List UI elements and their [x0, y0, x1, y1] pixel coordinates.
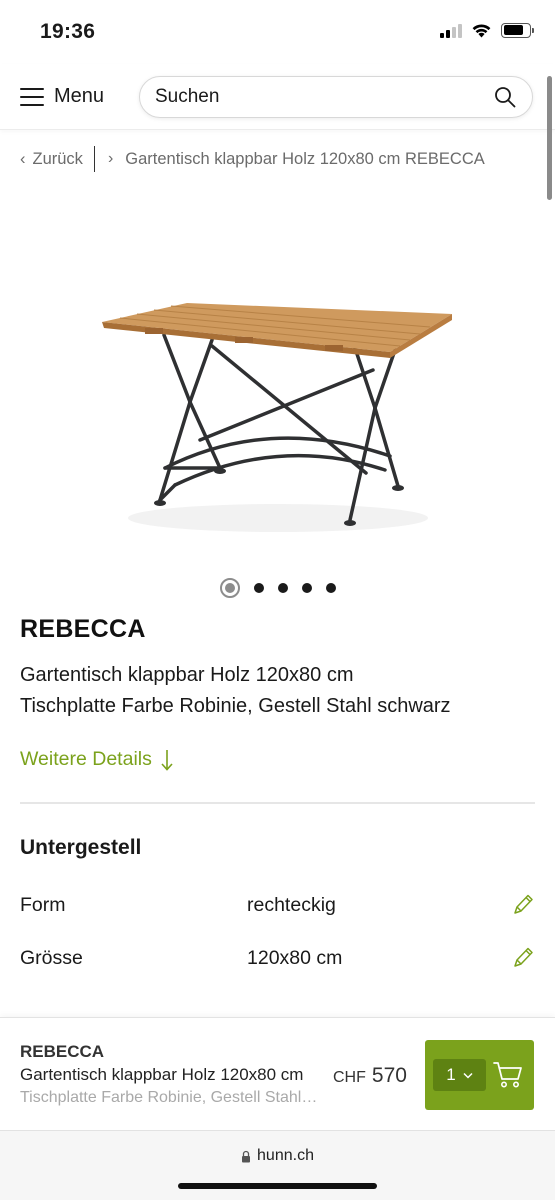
- price: CHF 570: [333, 1064, 407, 1088]
- product-description: Gartentisch klappbar Holz 120x80 cm Tisc…: [20, 660, 540, 722]
- cart-bar-subtitle: Tischplatte Farbe Robinie, Gestell Stahl…: [20, 1089, 320, 1106]
- status-time: 19:36: [40, 20, 96, 43]
- chevron-right-icon: ›: [107, 150, 114, 167]
- back-link[interactable]: ‹ Zurück: [20, 150, 83, 169]
- breadcrumb-current[interactable]: Gartentisch klappbar Holz 120x80 cm REBE…: [125, 150, 485, 169]
- spec-value: 120x80 cm: [247, 947, 343, 969]
- page-scrollbar[interactable]: [547, 76, 552, 200]
- cart-bar-title: Gartentisch klappbar Holz 120x80 cm: [20, 1065, 304, 1084]
- product-brand: REBECCA: [20, 615, 146, 643]
- carousel-dot-1[interactable]: [219, 578, 240, 598]
- spec-row-size: Grösse 120x80 cm: [20, 945, 535, 975]
- search-box[interactable]: [139, 76, 533, 118]
- quantity-value: 1: [446, 1065, 456, 1084]
- price-amount: 570: [371, 1064, 407, 1087]
- home-indicator[interactable]: [178, 1183, 377, 1189]
- search-input[interactable]: [155, 77, 485, 116]
- spec-section-title: Untergestell: [20, 836, 142, 859]
- url-text: hunn.ch: [257, 1147, 314, 1164]
- menu-button[interactable]: Menu: [20, 85, 104, 108]
- carousel-dot-4[interactable]: [301, 583, 312, 593]
- cart-bar-brand: REBECCA: [20, 1042, 105, 1061]
- add-to-cart-button[interactable]: 1: [425, 1040, 534, 1110]
- price-currency: CHF: [333, 1069, 366, 1086]
- carousel-dot-5[interactable]: [325, 583, 336, 593]
- chevron-left-icon: ‹: [20, 149, 26, 168]
- spec-key: Grösse: [20, 947, 83, 969]
- pencil-icon[interactable]: [511, 945, 535, 971]
- cellular-signal-icon: [440, 23, 462, 38]
- product-description-line-1: Gartentisch klappbar Holz 120x80 cm: [20, 664, 354, 686]
- more-details-label: Weitere Details: [20, 748, 152, 770]
- quantity-select[interactable]: 1: [433, 1059, 486, 1091]
- status-bar: 19:36: [0, 0, 555, 64]
- status-icons: [440, 22, 534, 38]
- menu-label: Menu: [54, 85, 105, 107]
- back-label: Zurück: [32, 149, 83, 168]
- arrow-down-icon: [161, 749, 173, 771]
- carousel-dot-2[interactable]: [253, 583, 264, 593]
- pencil-icon[interactable]: [511, 892, 535, 918]
- product-description-line-2: Tischplatte Farbe Robinie, Gestell Stahl…: [20, 695, 451, 717]
- spec-value: rechteckig: [247, 894, 336, 916]
- breadcrumb: ‹ Zurück › Gartentisch klappbar Holz 120…: [20, 146, 540, 172]
- battery-icon: [501, 22, 534, 38]
- search-icon[interactable]: [494, 86, 516, 108]
- spec-key: Form: [20, 894, 66, 916]
- browser-url-bar[interactable]: hunn.ch: [0, 1130, 555, 1200]
- wifi-icon: [472, 24, 491, 38]
- spec-row-form: Form rechteckig: [20, 892, 535, 922]
- site-header: Menu: [0, 64, 555, 130]
- shopping-cart-icon: [493, 1062, 522, 1088]
- sticky-cart-bar: REBECCA Gartentisch klappbar Holz 120x80…: [0, 1017, 555, 1130]
- lock-icon: [242, 1150, 251, 1162]
- carousel-dot-3[interactable]: [277, 583, 288, 593]
- more-details-link[interactable]: Weitere Details: [20, 748, 174, 771]
- url-display[interactable]: hunn.ch: [0, 1147, 555, 1165]
- hamburger-icon: [20, 87, 44, 106]
- carousel-dots: [0, 578, 555, 598]
- product-image[interactable]: [90, 290, 465, 540]
- section-divider: [20, 802, 535, 804]
- breadcrumb-divider: [93, 146, 95, 172]
- chevron-down-icon: [463, 1072, 473, 1079]
